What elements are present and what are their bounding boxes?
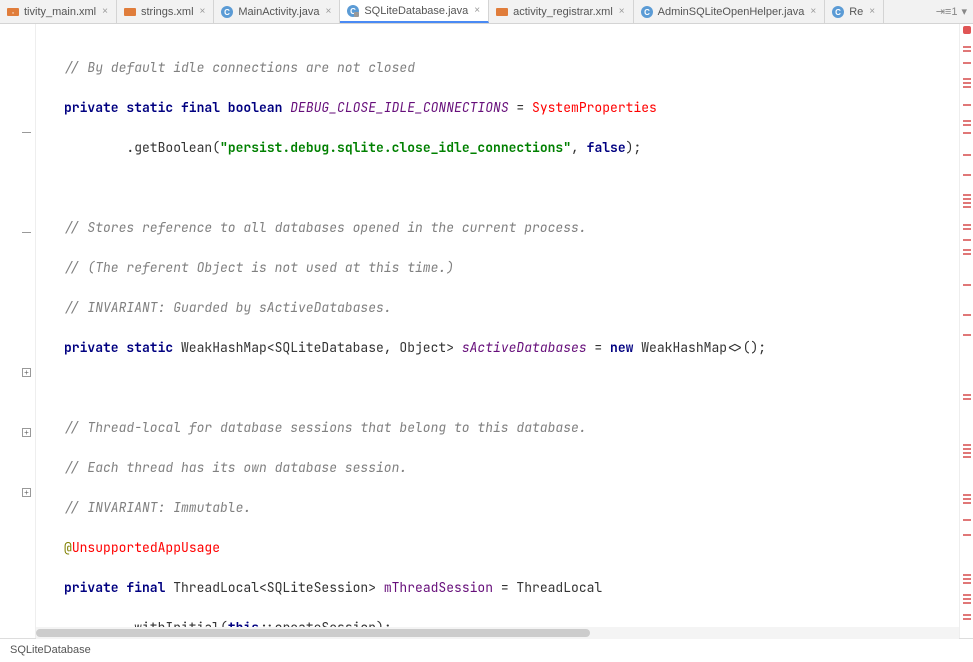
error-mark[interactable]: [963, 194, 971, 196]
tab-adminsqlite[interactable]: C AdminSQLiteOpenHelper.java ×: [634, 0, 826, 23]
tab-strings[interactable]: strings.xml ×: [117, 0, 214, 23]
tab-label: MainActivity.java: [238, 6, 319, 18]
error-mark[interactable]: [963, 394, 971, 396]
tab-label: activity_registrar.xml: [513, 6, 613, 18]
error-mark[interactable]: [963, 502, 971, 504]
editor-area: + + + // By default idle connections are…: [0, 24, 973, 638]
error-mark[interactable]: [963, 594, 971, 596]
java-class-icon: C: [220, 5, 234, 19]
error-mark[interactable]: [963, 253, 971, 255]
error-mark[interactable]: [963, 398, 971, 400]
gutter[interactable]: + + +: [0, 24, 36, 638]
java-class-readonly-icon: C: [346, 4, 360, 18]
error-mark[interactable]: [963, 62, 971, 64]
error-mark[interactable]: [963, 224, 971, 226]
error-mark[interactable]: [963, 228, 971, 230]
error-mark[interactable]: [963, 498, 971, 500]
error-mark[interactable]: [963, 120, 971, 122]
error-mark[interactable]: [963, 154, 971, 156]
error-mark[interactable]: [963, 314, 971, 316]
error-mark[interactable]: [963, 82, 971, 84]
fold-line: [22, 132, 31, 133]
tab-tivity-main[interactable]: ◦ tivity_main.xml ×: [0, 0, 117, 23]
error-mark[interactable]: [963, 452, 971, 454]
error-mark[interactable]: [963, 198, 971, 200]
error-mark[interactable]: [963, 534, 971, 536]
error-mark[interactable]: [963, 239, 971, 241]
tab-dropdown-icon[interactable]: ▾: [961, 5, 967, 18]
error-mark[interactable]: [963, 494, 971, 496]
svg-text:C: C: [644, 8, 650, 17]
tab-label: AdminSQLiteOpenHelper.java: [658, 6, 805, 18]
java-class-icon: C: [831, 5, 845, 19]
error-mark[interactable]: [963, 574, 971, 576]
error-mark[interactable]: [963, 578, 971, 580]
error-mark[interactable]: [963, 618, 971, 620]
tab-label: tivity_main.xml: [24, 6, 96, 18]
horizontal-scrollbar[interactable]: [36, 627, 959, 639]
close-icon[interactable]: ×: [808, 6, 818, 17]
error-mark[interactable]: [963, 174, 971, 176]
close-icon[interactable]: ×: [198, 6, 208, 17]
xml-icon: [123, 5, 137, 19]
error-mark[interactable]: [963, 602, 971, 604]
tab-overflow[interactable]: ⇥≡1 ▾: [930, 0, 973, 23]
error-mark[interactable]: [963, 124, 971, 126]
close-icon[interactable]: ×: [100, 6, 110, 17]
tab-re[interactable]: C Re ×: [825, 0, 884, 23]
editor-tab-bar: ◦ tivity_main.xml × strings.xml × C Main…: [0, 0, 973, 24]
error-mark[interactable]: [963, 448, 971, 450]
svg-text:C: C: [835, 8, 841, 17]
error-mark[interactable]: [963, 132, 971, 134]
java-class-icon: C: [640, 5, 654, 19]
tab-mainactivity[interactable]: C MainActivity.java ×: [214, 0, 340, 23]
error-mark[interactable]: [963, 104, 971, 106]
error-mark[interactable]: [963, 614, 971, 616]
error-stripe[interactable]: [959, 24, 973, 638]
code-editor[interactable]: // By default idle connections are not c…: [36, 24, 959, 638]
code-comment: // By default idle connections are not c…: [64, 59, 415, 76]
xml-icon: ◦: [6, 5, 20, 19]
tab-label: SQLiteDatabase.java: [364, 5, 468, 17]
tab-sqlitedatabase[interactable]: C SQLiteDatabase.java ×: [340, 0, 489, 23]
tab-label: strings.xml: [141, 6, 194, 18]
error-mark[interactable]: [963, 249, 971, 251]
error-mark[interactable]: [963, 202, 971, 204]
error-mark[interactable]: [963, 86, 971, 88]
fold-line: [22, 232, 31, 233]
tab-activity-registrar[interactable]: activity_registrar.xml ×: [489, 0, 633, 23]
error-mark[interactable]: [963, 334, 971, 336]
error-mark[interactable]: [963, 456, 971, 458]
error-mark[interactable]: [963, 46, 971, 48]
fold-toggle[interactable]: +: [22, 428, 31, 437]
fold-toggle[interactable]: +: [22, 488, 31, 497]
close-icon[interactable]: ×: [472, 5, 482, 16]
error-mark[interactable]: [963, 50, 971, 52]
svg-text:C: C: [224, 8, 230, 17]
tab-label: Re: [849, 6, 863, 18]
close-icon[interactable]: ×: [617, 6, 627, 17]
xml-icon: [495, 5, 509, 19]
breadcrumb-bar[interactable]: SQLiteDatabase: [0, 638, 973, 661]
error-mark[interactable]: [963, 582, 971, 584]
analysis-indicator[interactable]: [963, 26, 971, 34]
breadcrumb-item[interactable]: SQLiteDatabase: [10, 644, 91, 656]
error-mark[interactable]: [963, 206, 971, 208]
fold-toggle[interactable]: +: [22, 368, 31, 377]
error-mark[interactable]: [963, 598, 971, 600]
tab-list-icon[interactable]: ⇥≡1: [936, 5, 958, 18]
error-mark[interactable]: [963, 284, 971, 286]
close-icon[interactable]: ×: [323, 6, 333, 17]
close-icon[interactable]: ×: [867, 6, 877, 17]
svg-text:◦: ◦: [12, 10, 14, 17]
scrollbar-thumb[interactable]: [36, 629, 590, 637]
error-mark[interactable]: [963, 444, 971, 446]
error-mark[interactable]: [963, 519, 971, 521]
error-mark[interactable]: [963, 78, 971, 80]
